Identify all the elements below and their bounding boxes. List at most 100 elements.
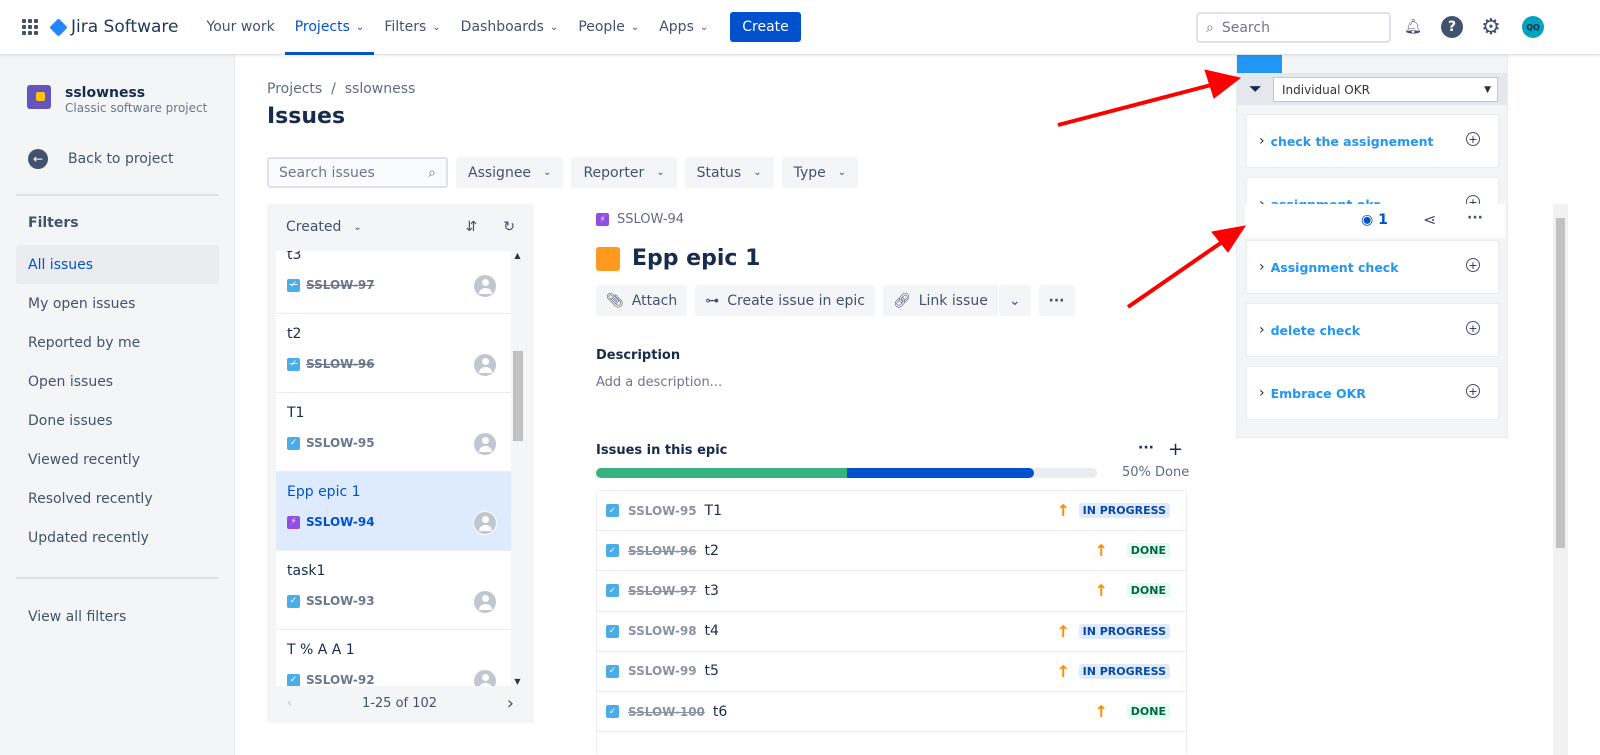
okr-item-label[interactable]: Embrace OKR <box>1271 386 1366 401</box>
filter-item[interactable]: Done issues <box>16 401 219 440</box>
issue-card[interactable]: task1 ✓ SSLOW-93 <box>276 551 511 630</box>
filter-assignee-dropdown[interactable]: Assignee ⌄ <box>456 157 564 188</box>
status-lozenge[interactable]: DONE <box>1126 583 1170 599</box>
filter-icon: ⏷ <box>1249 79 1262 98</box>
help-icon[interactable]: ? <box>1441 16 1463 38</box>
status-lozenge[interactable]: DONE <box>1126 704 1170 720</box>
filter-item[interactable]: Reported by me <box>16 323 219 362</box>
epic-issue-row[interactable]: ✓ SSLOW-95 T1 ↑ IN PROGRESS <box>597 491 1186 532</box>
okr-item-label[interactable]: Assignment check <box>1271 260 1399 275</box>
next-page-icon[interactable]: › <box>507 693 514 714</box>
watch-button[interactable]: ◉ 1 <box>1361 212 1388 228</box>
page-scrollbar[interactable] <box>1553 204 1568 755</box>
issue-card[interactable]: T % A A 1 ✓ SSLOW-92 <box>276 630 511 686</box>
status-lozenge[interactable]: IN PROGRESS <box>1078 623 1170 639</box>
link-issue-dropdown[interactable]: ⌄ <box>998 285 1031 316</box>
scrollbar-thumb[interactable] <box>513 351 523 441</box>
breadcrumb-project[interactable]: sslowness <box>345 81 416 97</box>
epic-issue-row[interactable]: ✓ SSLOW-96 t2 ↑ DONE <box>597 531 1186 572</box>
scroll-up-icon[interactable]: ▲ <box>511 251 524 260</box>
nav-people[interactable]: People ⌄ <box>568 0 649 55</box>
global-search-input[interactable]: ⌕ Search <box>1196 12 1391 43</box>
view-all-filters-link[interactable]: View all filters <box>16 597 219 636</box>
epic-issue-row[interactable]: ✓ SSLOW-98 t4 ↑ IN PROGRESS <box>597 612 1186 652</box>
filter-item[interactable]: Resolved recently <box>16 479 219 518</box>
issue-card[interactable]: T1 ✓ SSLOW-95 <box>276 393 511 472</box>
epic-issue-row[interactable]: ✓ SSLOW-97 t3 ↑ DONE <box>597 571 1186 612</box>
filter-item[interactable]: All issues <box>16 245 219 284</box>
settings-gear-icon[interactable]: ⚙ <box>1480 15 1502 40</box>
nav-dashboards[interactable]: Dashboards ⌄ <box>451 0 569 55</box>
project-header[interactable]: sslowness Classic software project <box>27 85 207 115</box>
epic-issue-key[interactable]: SSLOW-98 <box>628 624 697 638</box>
breadcrumb-projects[interactable]: Projects <box>267 81 322 97</box>
nav-apps[interactable]: Apps ⌄ <box>649 0 718 55</box>
user-avatar[interactable]: QQ <box>1522 16 1544 38</box>
issue-card[interactable]: Epp epic 1 ⚡ SSLOW-94 <box>276 472 511 551</box>
add-circle-icon[interactable]: + <box>1466 384 1480 398</box>
okr-item[interactable]: › check the assignement + <box>1246 114 1499 168</box>
scrollbar-thumb[interactable] <box>1556 218 1565 548</box>
filter-item[interactable]: Updated recently <box>16 518 219 557</box>
link-issue-button[interactable]: 🔗︎ Link issue <box>882 285 998 316</box>
epic-issue-key[interactable]: SSLOW-95 <box>628 504 697 518</box>
issue-list-scrollbar[interactable]: ▲ ▼ <box>511 251 524 686</box>
epic-issue-key[interactable]: SSLOW-97 <box>628 584 697 598</box>
nav-your-work[interactable]: Your work <box>197 0 285 55</box>
epic-more-icon[interactable]: ··· <box>1138 440 1154 456</box>
attach-button[interactable]: 📎︎ Attach <box>596 285 688 316</box>
priority-high-icon: ↑ <box>1056 501 1070 521</box>
jira-logo[interactable]: Jira Software <box>49 17 179 37</box>
okr-item-label[interactable]: check the assignement <box>1271 134 1434 149</box>
more-actions-button[interactable]: ··· <box>1038 285 1075 316</box>
filter-status-dropdown[interactable]: Status ⌄ <box>684 157 774 188</box>
epic-issue-key[interactable]: SSLOW-96 <box>628 544 697 558</box>
add-child-issue-icon[interactable]: + <box>1168 439 1183 460</box>
notifications-bell-icon[interactable]: 🔔︎ <box>1402 16 1424 38</box>
back-to-project-link[interactable]: ← Back to project <box>28 149 174 169</box>
add-circle-icon[interactable]: + <box>1466 321 1480 335</box>
filter-item[interactable]: Open issues <box>16 362 219 401</box>
previous-page-icon[interactable]: ‹ <box>287 696 292 711</box>
status-lozenge[interactable]: DONE <box>1126 543 1170 559</box>
nav-projects[interactable]: Projects ⌄ <box>284 0 375 55</box>
filter-item[interactable]: My open issues <box>16 284 219 323</box>
chevron-right-icon[interactable]: › <box>1259 385 1265 401</box>
add-circle-icon[interactable]: + <box>1466 258 1480 272</box>
okr-item-label[interactable]: delete check <box>1271 323 1361 338</box>
create-issue-in-epic-button[interactable]: ⊶ Create issue in epic <box>695 285 875 316</box>
epic-issue-row[interactable]: ✓ SSLOW-100 t6 ↑ DONE <box>597 692 1186 733</box>
add-circle-icon[interactable]: + <box>1466 132 1480 146</box>
sort-order-icon[interactable]: ⇵ <box>466 219 478 235</box>
chevron-right-icon[interactable]: › <box>1259 259 1265 275</box>
nav-filters[interactable]: Filters ⌄ <box>374 0 450 55</box>
filter-item[interactable]: Viewed recently <box>16 440 219 479</box>
status-lozenge[interactable]: IN PROGRESS <box>1078 503 1170 519</box>
description-input[interactable]: Add a description... <box>596 375 722 390</box>
okr-type-select[interactable]: Individual OKR ▼ <box>1273 77 1498 102</box>
refresh-icon[interactable]: ↻ <box>503 219 515 235</box>
issue-title[interactable]: Epp epic 1 <box>632 246 760 271</box>
okr-item[interactable]: › Assignment check + <box>1246 240 1499 294</box>
okr-item[interactable]: › delete check + <box>1246 303 1499 357</box>
issue-card[interactable]: t2 ✓ SSLOW-96 <box>276 314 511 393</box>
epic-issue-key[interactable]: SSLOW-99 <box>628 664 697 678</box>
app-switcher-icon[interactable] <box>22 19 38 35</box>
chevron-down-icon[interactable]: ⌄ <box>353 222 361 233</box>
share-icon[interactable]: ⋖ <box>1423 210 1436 229</box>
epic-issue-row[interactable]: ✓ SSLOW-99 t5 ↑ IN PROGRESS <box>597 652 1186 692</box>
okr-item[interactable]: › Embrace OKR + <box>1246 366 1499 420</box>
chevron-right-icon[interactable]: › <box>1259 322 1265 338</box>
issue-card[interactable]: t3 ✓ SSLOW-97 <box>276 251 511 314</box>
filter-type-dropdown[interactable]: Type ⌄ <box>781 157 859 188</box>
issue-key-breadcrumb[interactable]: ⚡ SSLOW-94 <box>596 212 684 227</box>
search-issues-input[interactable]: Search issues ⌕ <box>267 157 448 188</box>
create-button[interactable]: Create <box>730 12 801 42</box>
sort-by-dropdown[interactable]: Created <box>286 219 341 235</box>
more-icon[interactable]: ··· <box>1467 210 1483 226</box>
filter-reporter-dropdown[interactable]: Reporter ⌄ <box>571 157 677 188</box>
chevron-right-icon[interactable]: › <box>1259 133 1265 149</box>
epic-issue-key[interactable]: SSLOW-100 <box>628 705 705 719</box>
status-lozenge[interactable]: IN PROGRESS <box>1078 663 1170 679</box>
epic-color-swatch[interactable] <box>596 246 620 271</box>
